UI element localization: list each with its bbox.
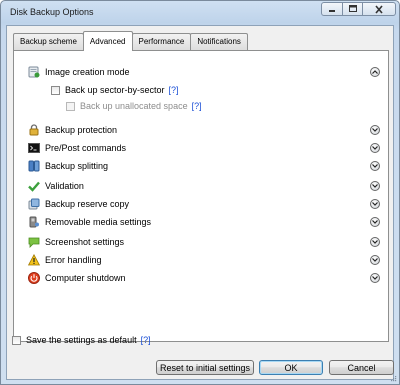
expand-icon[interactable] xyxy=(370,181,380,191)
section-label: Error handling xyxy=(45,255,102,265)
collapse-icon[interactable] xyxy=(370,67,380,77)
save-default-checkbox[interactable] xyxy=(12,335,21,345)
section-label: Validation xyxy=(45,181,84,191)
reserve-copy-icon xyxy=(28,198,40,210)
cancel-button[interactable]: Cancel xyxy=(329,360,394,375)
section-error-handling[interactable]: Error handling xyxy=(28,253,386,267)
tab-strip: Backup scheme Advanced Performance Notif… xyxy=(13,31,248,51)
section-label: Removable media settings xyxy=(45,217,152,227)
expand-icon[interactable] xyxy=(370,199,380,209)
checkmark-icon xyxy=(28,180,40,192)
removable-media-icon xyxy=(28,216,40,228)
split-icon xyxy=(28,160,40,172)
unallocated-space-label: Back up unallocated space xyxy=(80,101,188,111)
disk-image-icon xyxy=(28,66,40,78)
window-title: Disk Backup Options xyxy=(10,7,94,17)
dialog-window: Disk Backup Options Backup scheme Advanc… xyxy=(0,0,400,385)
save-default-label: Save the settings as default xyxy=(26,335,137,345)
resize-grip-icon[interactable] xyxy=(389,374,397,382)
section-computer-shutdown[interactable]: Computer shutdown xyxy=(28,271,386,285)
section-backup-reserve-copy[interactable]: Backup reserve copy xyxy=(28,197,386,211)
section-label: Backup splitting xyxy=(45,161,109,171)
section-removable-media-settings[interactable]: Removable media settings xyxy=(28,215,386,229)
speech-bubble-icon xyxy=(28,236,40,248)
section-label: Backup reserve copy xyxy=(45,199,130,209)
section-label: Backup protection xyxy=(45,125,118,135)
dialog-client-area: Backup scheme Advanced Performance Notif… xyxy=(6,25,394,380)
close-icon xyxy=(375,4,383,14)
expand-icon[interactable] xyxy=(370,237,380,247)
expand-icon[interactable] xyxy=(370,217,380,227)
minimize-icon xyxy=(329,10,335,12)
sector-by-sector-label: Back up sector-by-sector xyxy=(65,85,165,95)
section-screenshot-settings[interactable]: Screenshot settings xyxy=(28,235,386,249)
padlock-icon xyxy=(28,124,40,136)
section-label: Image creation mode xyxy=(45,67,130,77)
save-default-help-link[interactable]: [?] xyxy=(141,335,151,345)
section-label: Pre/Post commands xyxy=(45,143,127,153)
save-default-option: Save the settings as default [?] xyxy=(12,335,151,345)
sector-by-sector-help-link[interactable]: [?] xyxy=(169,85,179,95)
expand-icon[interactable] xyxy=(370,125,380,135)
minimize-button[interactable] xyxy=(321,2,343,16)
expand-icon[interactable] xyxy=(370,255,380,265)
tab-backup-scheme[interactable]: Backup scheme xyxy=(13,33,84,51)
tab-advanced[interactable]: Advanced xyxy=(82,31,133,51)
advanced-options-panel: Image creation mode Back up sector-by-se… xyxy=(13,50,389,342)
section-label: Computer shutdown xyxy=(45,273,126,283)
command-prompt-icon xyxy=(28,142,40,154)
unallocated-space-option: Back up unallocated space [?] xyxy=(66,101,202,111)
maximize-button[interactable] xyxy=(343,2,363,16)
title-bar[interactable]: Disk Backup Options xyxy=(1,1,399,25)
expand-icon[interactable] xyxy=(370,143,380,153)
section-backup-protection[interactable]: Backup protection xyxy=(28,123,386,137)
reset-button[interactable]: Reset to initial settings xyxy=(156,360,254,375)
ok-button[interactable]: OK xyxy=(259,360,323,375)
power-icon xyxy=(28,272,40,284)
expand-icon[interactable] xyxy=(370,273,380,283)
sector-by-sector-checkbox[interactable] xyxy=(51,85,60,95)
section-pre-post-commands[interactable]: Pre/Post commands xyxy=(28,141,386,155)
section-label: Screenshot settings xyxy=(45,237,125,247)
unallocated-space-help-link[interactable]: [?] xyxy=(192,101,202,111)
maximize-icon xyxy=(348,5,357,12)
section-backup-splitting[interactable]: Backup splitting xyxy=(28,159,386,173)
warning-icon xyxy=(28,254,40,266)
expand-icon[interactable] xyxy=(370,161,380,171)
section-validation[interactable]: Validation xyxy=(28,179,386,193)
unallocated-space-checkbox[interactable] xyxy=(66,101,75,111)
close-button[interactable] xyxy=(363,2,396,16)
section-image-creation-mode[interactable]: Image creation mode xyxy=(28,65,386,79)
tab-notifications[interactable]: Notifications xyxy=(190,33,248,51)
sector-by-sector-option: Back up sector-by-sector [?] xyxy=(51,85,179,95)
tab-performance[interactable]: Performance xyxy=(131,33,192,51)
